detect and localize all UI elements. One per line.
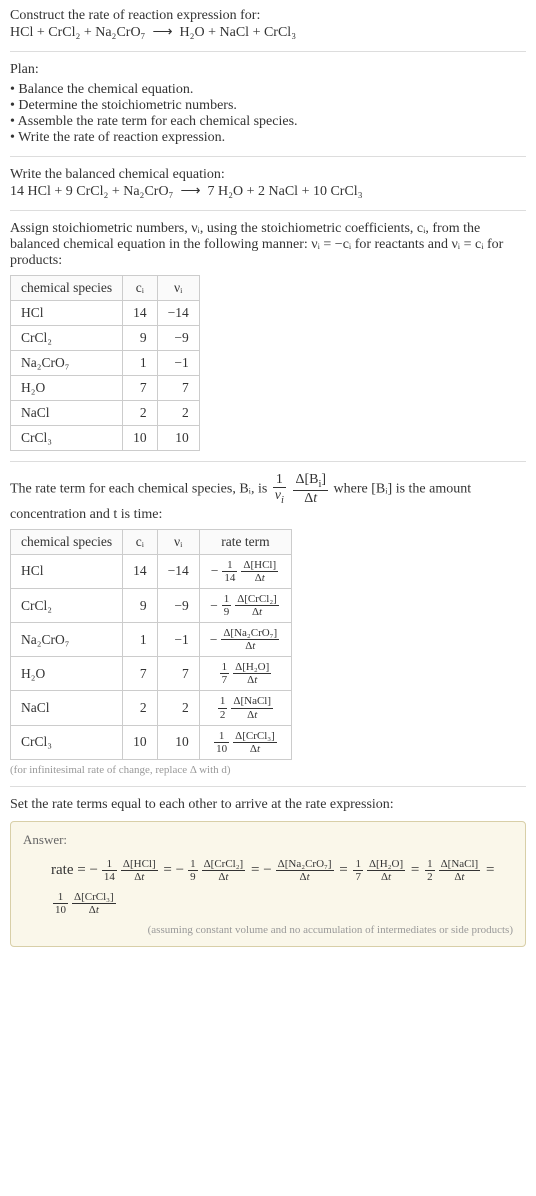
cell-nui: −1 [157,351,199,376]
rate-intro-text: The rate term for each chemical species,… [10,472,526,523]
col-ci: cᵢ [123,529,158,554]
table-row: NaCl 2 2 12Δ[NaCl]Δt [11,691,292,725]
cell-rate-term: −19Δ[CrCl₂]Δt [199,588,291,622]
intro-section: Construct the rate of reaction expressio… [10,8,526,52]
cell-rate-term: −Δ[Na₂CrO₇]Δt [199,623,291,657]
stoich-heading: Assign stoichiometric numbers, νᵢ, using… [10,221,526,269]
cell-nui: −14 [157,554,199,588]
cell-rate-term: 12Δ[NaCl]Δt [199,691,291,725]
cell-rate-term: 110Δ[CrCl₃]Δt [199,725,291,759]
arrow-icon: ⟶ [152,25,172,40]
cell-nui: −1 [157,623,199,657]
cell-nui: −9 [157,588,199,622]
stoich-table: chemical species cᵢ νᵢ HCl 14 −14CrCl₂ 9… [10,275,200,451]
cell-nui: 7 [157,657,199,691]
table-row: HCl 14 −14 −114Δ[HCl]Δt [11,554,292,588]
balanced-equation: 14 HCl + 9 CrCl₂ + Na₂CrO₇ ⟶ 7 H₂O + 2 N… [10,183,526,200]
table-row: H₂O 7 7 [11,376,200,401]
table-row: CrCl₃ 10 10 [11,426,200,451]
cell-species: Na₂CrO₇ [11,623,123,657]
table-row: CrCl₂ 9 −9 −19Δ[CrCl₂]Δt [11,588,292,622]
cell-species: CrCl₃ [11,426,123,451]
plan-heading: Plan: [10,62,526,78]
col-rate-term: rate term [199,529,291,554]
rate-footnote: (for infinitesimal rate of change, repla… [10,764,526,776]
cell-species: NaCl [11,401,123,426]
rate-expression: rate = −114Δ[HCl]Δt = −19Δ[CrCl₂]Δt = −Δ… [23,854,513,920]
cell-rate-term: 17Δ[H₂O]Δt [199,657,291,691]
balanced-eq-rhs: 7 H₂O + 2 NaCl + 10 CrCl₃ [208,184,363,199]
table-row: H₂O 7 7 17Δ[H₂O]Δt [11,657,292,691]
table-row: CrCl₃ 10 10 110Δ[CrCl₃]Δt [11,725,292,759]
cell-nui: 2 [157,691,199,725]
delta-b-over-delta-t: Δ[Bi]Δt [293,472,328,507]
plan-item: Determine the stoichiometric numbers. [10,98,526,114]
final-section: Set the rate terms equal to each other t… [10,787,526,957]
table-row: CrCl₂ 9 −9 [11,326,200,351]
cell-ci: 9 [123,326,158,351]
rate-term-section: The rate term for each chemical species,… [10,462,526,787]
col-nui: νᵢ [157,529,199,554]
cell-ci: 1 [123,351,158,376]
plan-item: Write the rate of reaction expression. [10,130,526,146]
cell-species: HCl [11,301,123,326]
balanced-heading: Write the balanced chemical equation: [10,167,526,183]
cell-nui: 10 [157,426,199,451]
cell-nui: −14 [157,301,199,326]
cell-ci: 10 [123,426,158,451]
one-over-nu: 1νi [273,472,286,507]
cell-nui: 10 [157,725,199,759]
cell-species: CrCl₃ [11,725,123,759]
col-nui: νᵢ [157,276,199,301]
intro-eq-rhs: H₂O + NaCl + CrCl₃ [180,25,297,40]
col-species: chemical species [11,276,123,301]
table-header-row: chemical species cᵢ νᵢ [11,276,200,301]
cell-ci: 10 [123,725,158,759]
cell-ci: 14 [123,301,158,326]
cell-species: Na₂CrO₇ [11,351,123,376]
cell-ci: 2 [123,401,158,426]
rate-intro-prefix: The rate term for each chemical species,… [10,482,271,497]
cell-ci: 7 [123,376,158,401]
arrow-icon: ⟶ [180,184,200,199]
cell-species: CrCl₂ [11,588,123,622]
cell-ci: 9 [123,588,158,622]
cell-species: H₂O [11,376,123,401]
stoich-section: Assign stoichiometric numbers, νᵢ, using… [10,211,526,462]
cell-ci: 7 [123,657,158,691]
cell-species: H₂O [11,657,123,691]
plan-list: Balance the chemical equation. Determine… [10,82,526,146]
intro-line1: Construct the rate of reaction expressio… [10,8,526,24]
cell-ci: 2 [123,691,158,725]
cell-nui: 7 [157,376,199,401]
cell-rate-term: −114Δ[HCl]Δt [199,554,291,588]
table-row: HCl 14 −14 [11,301,200,326]
rate-table: chemical species cᵢ νᵢ rate term HCl 14 … [10,529,292,760]
table-row: NaCl 2 2 [11,401,200,426]
answer-box: Answer: rate = −114Δ[HCl]Δt = −19Δ[CrCl₂… [10,821,526,947]
document: Construct the rate of reaction expressio… [0,0,536,969]
plan-item: Balance the chemical equation. [10,82,526,98]
cell-species: NaCl [11,691,123,725]
cell-ci: 14 [123,554,158,588]
plan-item: Assemble the rate term for each chemical… [10,114,526,130]
table-header-row: chemical species cᵢ νᵢ rate term [11,529,292,554]
final-footnote: (assuming constant volume and no accumul… [23,924,513,936]
cell-nui: −9 [157,326,199,351]
cell-species: HCl [11,554,123,588]
table-row: Na₂CrO₇ 1 −1 −Δ[Na₂CrO₇]Δt [11,623,292,657]
col-species: chemical species [11,529,123,554]
balanced-eq-lhs: 14 HCl + 9 CrCl₂ + Na₂CrO₇ [10,184,173,199]
intro-equation: HCl + CrCl₂ + Na₂CrO₇ ⟶ H₂O + NaCl + CrC… [10,24,526,41]
cell-ci: 1 [123,623,158,657]
plan-section: Plan: Balance the chemical equation. Det… [10,52,526,157]
cell-nui: 2 [157,401,199,426]
col-ci: cᵢ [123,276,158,301]
intro-eq-lhs: HCl + CrCl₂ + Na₂CrO₇ [10,25,145,40]
table-row: Na₂CrO₇ 1 −1 [11,351,200,376]
balanced-section: Write the balanced chemical equation: 14… [10,157,526,211]
final-heading: Set the rate terms equal to each other t… [10,797,526,813]
cell-species: CrCl₂ [11,326,123,351]
answer-label: Answer: [23,832,513,848]
